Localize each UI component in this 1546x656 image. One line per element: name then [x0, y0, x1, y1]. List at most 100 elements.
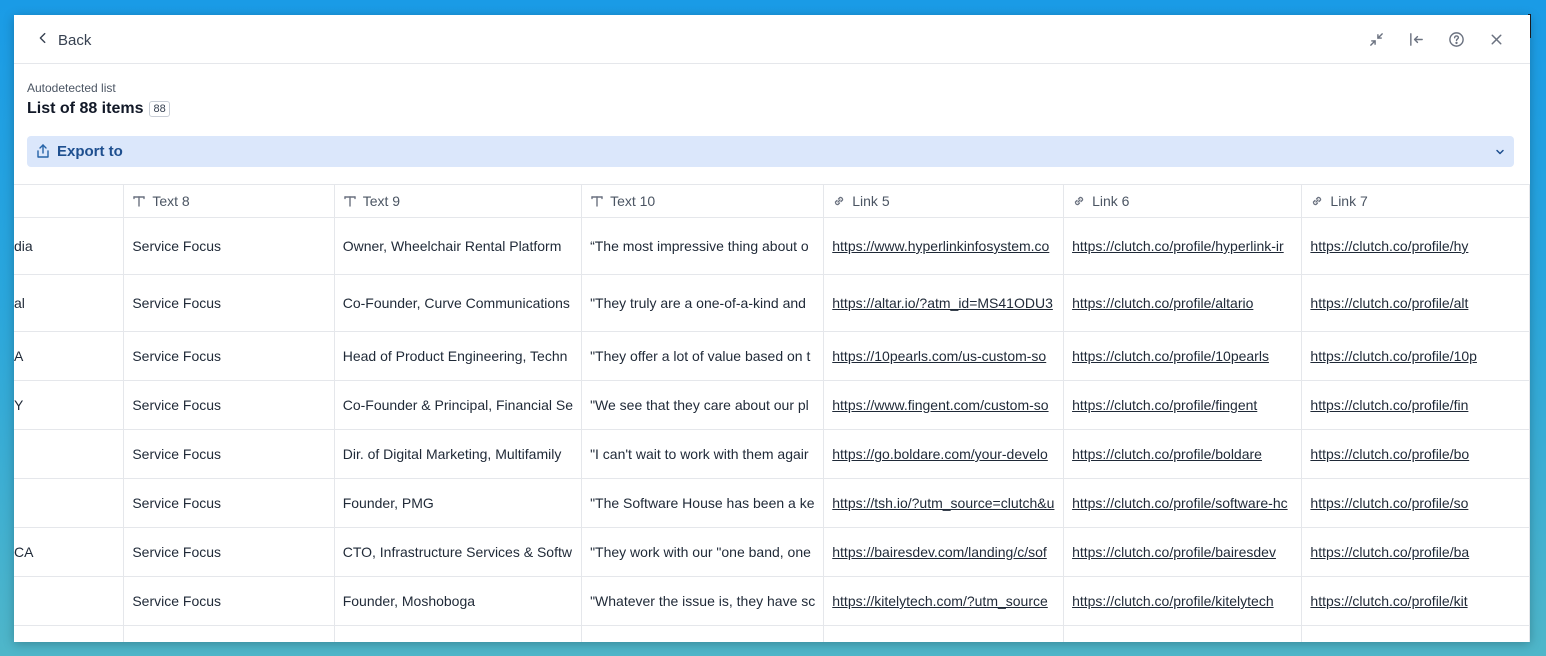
- cell-link[interactable]: https://www.hyperlinkinfosystem.co: [832, 238, 1049, 254]
- table-cell[interactable]: Head of Product Engineering, Techn: [334, 331, 583, 381]
- cell-link[interactable]: https://tsh.io/?utm_source=clutch&u: [832, 495, 1054, 511]
- table-cell[interactable]: https://www.hyperlinkinfosystem.co: [823, 217, 1065, 275]
- table-cell[interactable]: al: [14, 274, 125, 332]
- column-header-link-7[interactable]: Link 7: [1301, 185, 1530, 218]
- table-cell[interactable]: Service Focus: [123, 429, 335, 479]
- cell-link[interactable]: https://clutch.co/profile/hy: [1310, 238, 1468, 254]
- cell-link[interactable]: https://clutch.co/profile/bo: [1310, 446, 1469, 462]
- table-cell[interactable]: https://clutch.co/profile/bo: [1301, 429, 1530, 479]
- table-cell[interactable]: "They work with our "one band, one: [581, 527, 825, 577]
- cell-link[interactable]: https://www.fingent.com/custom-so: [832, 397, 1048, 413]
- cell-link[interactable]: https://clutch.co/profile/alt: [1310, 295, 1468, 311]
- table-cell[interactable]: https://clutch.co/profile/hy: [1301, 217, 1530, 275]
- table-cell[interactable]: Service Focus: [123, 576, 335, 626]
- table-cell[interactable]: dia: [14, 217, 125, 275]
- table-cell[interactable]: Founder, PMG: [334, 478, 583, 528]
- table-cell[interactable]: "We see that they care about our pl: [581, 380, 825, 430]
- cell-link[interactable]: https://bairesdev.com/landing/c/sof: [832, 544, 1047, 560]
- cell-link[interactable]: https://clutch.co/profile/kit: [1310, 593, 1467, 609]
- close-icon[interactable]: [1484, 27, 1508, 51]
- table-cell[interactable]: https://clutch.co/profile/alt: [1301, 274, 1530, 332]
- table-cell[interactable]: Dir. of Digital Marketing, Multifamily: [334, 429, 583, 479]
- table-cell[interactable]: https://tsh.io/?utm_source=clutch&u: [823, 478, 1065, 528]
- cell-link[interactable]: https://clutch.co/profile/altario: [1072, 295, 1253, 311]
- table-cell[interactable]: https://clutch.co/profile/ba: [1301, 527, 1530, 577]
- table-cell[interactable]: “The most impressive thing about o: [581, 217, 825, 275]
- table-cell[interactable]: https://altar.io/?atm_id=MS41ODU3: [823, 274, 1065, 332]
- column-header-link-6[interactable]: Link 6: [1063, 185, 1303, 218]
- export-dropdown[interactable]: Export to: [27, 136, 1514, 167]
- table-row[interactable]: al Service Focus Co-Founder, Curve Communi…: [14, 274, 1530, 332]
- cell-link[interactable]: https://clutch.co/profile/boldare: [1072, 446, 1262, 462]
- data-table-container[interactable]: Text 8 Text 9 Text 10 Link 5 Link 6 Link…: [14, 184, 1530, 642]
- table-cell[interactable]: "I can't wait to work with them agair: [581, 429, 825, 479]
- cell-link[interactable]: https://clutch.co/profile/fingent: [1072, 397, 1257, 413]
- table-cell[interactable]: CA: [14, 527, 125, 577]
- table-row[interactable]: Y Service Focus Co-Founder & Principal, Fi…: [14, 380, 1530, 430]
- cell-link[interactable]: https://clutch.co/profile/ba: [1310, 544, 1469, 560]
- cell-link[interactable]: https://clutch.co/profile/so: [1310, 495, 1468, 511]
- table-cell[interactable]: Service Focus: [123, 274, 335, 332]
- table-cell[interactable]: https://clutch.co/profile/kit: [1301, 576, 1530, 626]
- table-cell[interactable]: Service Focus: [123, 527, 335, 577]
- table-cell[interactable]: Service Focus: [123, 478, 335, 528]
- table-cell[interactable]: [1301, 625, 1530, 642]
- table-cell[interactable]: https://kitelytech.com/?utm_source: [823, 576, 1065, 626]
- table-cell[interactable]: Service Focus: [123, 380, 335, 430]
- table-cell[interactable]: https://clutch.co/profile/so: [1301, 478, 1530, 528]
- table-cell[interactable]: Founder, Moshoboga: [334, 576, 583, 626]
- cell-link[interactable]: https://altar.io/?atm_id=MS41ODU3: [832, 295, 1053, 311]
- table-cell[interactable]: A: [14, 331, 125, 381]
- column-header[interactable]: [14, 185, 125, 218]
- table-cell[interactable]: [581, 625, 825, 642]
- table-cell[interactable]: [14, 576, 125, 626]
- column-header-link-5[interactable]: Link 5: [823, 185, 1065, 218]
- table-cell[interactable]: https://clutch.co/profile/kitelytech: [1063, 576, 1303, 626]
- table-cell[interactable]: https://clutch.co/profile/fin: [1301, 380, 1530, 430]
- table-cell[interactable]: https://clutch.co/profile/software-hc: [1063, 478, 1303, 528]
- table-cell[interactable]: https://clutch.co/profile/altario: [1063, 274, 1303, 332]
- table-cell[interactable]: https://clutch.co/profile/fingent: [1063, 380, 1303, 430]
- table-cell[interactable]: [123, 625, 335, 642]
- cell-link[interactable]: https://clutch.co/profile/fin: [1310, 397, 1468, 413]
- table-cell[interactable]: https://clutch.co/profile/boldare: [1063, 429, 1303, 479]
- table-cell[interactable]: https://clutch.co/profile/hyperlink-ir: [1063, 217, 1303, 275]
- table-cell[interactable]: Co-Founder, Curve Communications: [334, 274, 583, 332]
- table-cell[interactable]: https://www.fingent.com/custom-so: [823, 380, 1065, 430]
- table-cell[interactable]: [14, 625, 125, 642]
- table-cell[interactable]: https://go.boldare.com/your-develo: [823, 429, 1065, 479]
- table-row[interactable]: Service Focus Founder, PMG "The Software H…: [14, 478, 1530, 528]
- column-header-text-8[interactable]: Text 8: [123, 185, 335, 218]
- dock-left-icon[interactable]: [1404, 27, 1428, 51]
- table-cell[interactable]: Y: [14, 380, 125, 430]
- back-button[interactable]: Back: [36, 27, 91, 53]
- column-header-text-10[interactable]: Text 10: [581, 185, 825, 218]
- table-cell[interactable]: https://clutch.co/profile/10pearls: [1063, 331, 1303, 381]
- table-cell[interactable]: "Whatever the issue is, they have sc: [581, 576, 825, 626]
- table-cell[interactable]: Service Focus: [123, 331, 335, 381]
- table-cell[interactable]: Service Focus: [123, 217, 335, 275]
- column-header-text-9[interactable]: Text 9: [334, 185, 583, 218]
- help-icon[interactable]: [1444, 27, 1468, 51]
- table-row[interactable]: [14, 625, 1530, 642]
- table-cell[interactable]: [1063, 625, 1303, 642]
- table-row[interactable]: dia Service Focus Owner, Wheelchair Rental…: [14, 217, 1530, 275]
- table-cell[interactable]: CTO, Infrastructure Services & Softw: [334, 527, 583, 577]
- cell-link[interactable]: https://clutch.co/profile/10p: [1310, 348, 1477, 364]
- cell-link[interactable]: https://clutch.co/profile/10pearls: [1072, 348, 1269, 364]
- table-cell[interactable]: [823, 625, 1065, 642]
- table-row[interactable]: A Service Focus Head of Product Engineerin…: [14, 331, 1530, 381]
- table-cell[interactable]: [334, 625, 583, 642]
- table-row[interactable]: Service Focus Dir. of Digital Marketing, …: [14, 429, 1530, 479]
- cell-link[interactable]: https://go.boldare.com/your-develo: [832, 446, 1048, 462]
- cell-link[interactable]: https://kitelytech.com/?utm_source: [832, 593, 1048, 609]
- table-row[interactable]: CA Service Focus CTO, Infrastructure Servi…: [14, 527, 1530, 577]
- table-cell[interactable]: Co-Founder & Principal, Financial Se: [334, 380, 583, 430]
- table-cell[interactable]: Owner, Wheelchair Rental Platform: [334, 217, 583, 275]
- table-cell[interactable]: "The Software House has been a ke: [581, 478, 825, 528]
- cell-link[interactable]: https://10pearls.com/us-custom-so: [832, 348, 1046, 364]
- table-cell[interactable]: https://bairesdev.com/landing/c/sof: [823, 527, 1065, 577]
- collapse-icon[interactable]: [1364, 27, 1388, 51]
- table-cell[interactable]: [14, 429, 125, 479]
- table-row[interactable]: Service Focus Founder, Moshoboga "Whatever…: [14, 576, 1530, 626]
